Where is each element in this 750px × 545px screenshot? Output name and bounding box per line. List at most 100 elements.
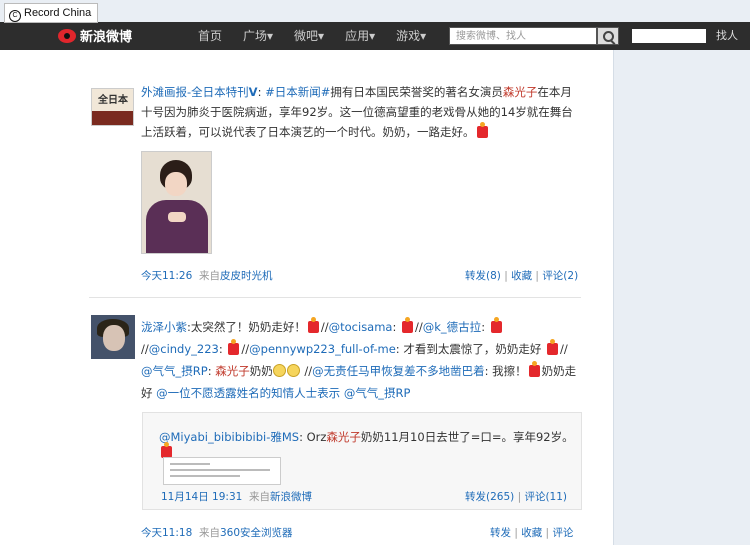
quote-text: @Miyabi_bibibibibi-雅MS: Orz森光子奶奶11月10日去世… (159, 429, 581, 459)
crying-emoji-icon (272, 364, 286, 377)
post2-t3: : (481, 320, 486, 334)
post1-repost[interactable]: 转发(8) (465, 270, 501, 282)
mention-link[interactable]: @cindy_223 (149, 342, 219, 356)
avatar-face (103, 325, 125, 351)
post2-actions: 转发 | 收藏 | 评论 (490, 527, 574, 539)
logo-text: 新浪微博 (80, 30, 133, 45)
verified-icon: V (248, 85, 258, 99)
post2-s2: // (415, 320, 423, 334)
quote-highlight: 森光子 (326, 430, 361, 444)
post2-avatar[interactable] (91, 315, 135, 359)
post2-time-source: 今天11:18 来自360安全浏览器 (141, 525, 293, 540)
reposted-quote: @Miyabi_bibibibibi-雅MS: Orz森光子奶奶11月10日去世… (142, 412, 582, 510)
watermark: C Record China (4, 3, 99, 23)
photo-hands (168, 212, 186, 222)
post2-repost[interactable]: 转发 (490, 527, 511, 539)
mention-link[interactable]: @k_德古拉 (423, 320, 481, 334)
copyright-icon: C (9, 10, 21, 22)
post2-from-label: 来自 (198, 527, 220, 539)
post2-s5: // (559, 342, 568, 356)
post2-t5: : 才看到太震惊了，奶奶走好 (395, 342, 542, 356)
quote-thumbnail[interactable] (163, 457, 281, 485)
photo-kimono (146, 200, 208, 253)
post2-author[interactable]: 泷泽小紫 (141, 320, 187, 334)
photo-face (165, 172, 187, 196)
top-nav-bar: 新浪微博 首页 广场▾ 微吧▾ 应用▾ 游戏▾ 搜索微博、找人 找人 (0, 22, 750, 51)
mention-link[interactable]: @pennywp223_full-of-me (249, 342, 396, 356)
post1-time-source: 今天11:26 来自皮皮时光机 (141, 268, 272, 283)
quote-from-label: 来自 (249, 491, 271, 503)
post2-comment[interactable]: 评论 (552, 527, 573, 539)
search-input[interactable]: 搜索微博、找人 (449, 27, 597, 45)
thumb-line (170, 469, 270, 471)
post1-time[interactable]: 今天11:26 (141, 270, 192, 282)
post1-source[interactable]: 皮皮时光机 (220, 270, 273, 282)
post2-highlight: 森光子 (215, 364, 250, 378)
mention-link[interactable]: @一位不愿透露姓名的知情人士表示 (156, 386, 340, 400)
nav-games[interactable]: 游戏▾ (396, 22, 426, 50)
post2-t2: : (392, 320, 397, 334)
candle-emoji-icon (307, 317, 319, 333)
mention-link[interactable]: @tocisama (329, 320, 393, 334)
post1-colon: : (257, 85, 262, 99)
nav-square[interactable]: 广场▾ (243, 22, 273, 50)
search-button[interactable] (597, 27, 619, 45)
mention-link[interactable]: @气气_摂RP (141, 364, 208, 378)
mention-link[interactable]: @气气_摂RP (344, 386, 411, 400)
username-box[interactable] (632, 29, 706, 43)
post2-t1: :太突然了！奶奶走好！ (187, 320, 306, 334)
thumb-line (170, 475, 240, 477)
nav-weiba[interactable]: 微吧▾ (294, 22, 324, 50)
watermark-text: Record China (24, 7, 92, 19)
post2-t8: : 我擦！ (484, 364, 527, 378)
post2-fav[interactable]: 收藏 (521, 527, 542, 539)
post1-author[interactable]: 外滩画报-全日本特刊 (141, 85, 249, 99)
weibo-logo[interactable]: 新浪微博 (58, 26, 132, 45)
quote-time-source: 11月14日 19:31 来自新浪微博 (161, 489, 312, 504)
avatar-banner (92, 111, 133, 125)
weibo-eye-icon (58, 29, 76, 43)
post1-body-a: 拥有日本国民荣誉奖的著名女演员 (330, 85, 503, 99)
right-sidebar (613, 50, 750, 545)
post2-t6: : (207, 364, 212, 378)
post2-s6: // (304, 364, 313, 378)
quote-time[interactable]: 11月14日 19:31 (161, 491, 242, 503)
candle-emoji-icon (402, 317, 414, 333)
quote-actions: 转发(265) | 评论(11) (465, 491, 568, 503)
post2-time[interactable]: 今天11:18 (141, 527, 192, 539)
nav-apps[interactable]: 应用▾ (345, 22, 375, 50)
candle-emoji-icon (476, 122, 488, 138)
quote-author[interactable]: @Miyabi_bibibibibi-雅MS (159, 430, 299, 444)
candle-emoji-icon (528, 361, 540, 377)
post2-t7: 奶奶 (249, 364, 273, 378)
post2-s1: // (320, 320, 329, 334)
post-divider (89, 297, 581, 298)
mention-link[interactable]: @无责任马甲恢复差不多地凿巴着 (312, 364, 485, 378)
quote-t2: 奶奶11月10日去世了=口=。享年92岁。 (360, 430, 574, 444)
post1-text: 外滩画报-全日本特刊V: #日本新闻#拥有日本国民荣誉奖的著名女演员森光子在本月… (141, 82, 581, 142)
find-people-link[interactable]: 找人 (716, 22, 738, 50)
post1-topic-tag[interactable]: #日本新闻# (265, 85, 330, 99)
post2-s4: // (241, 342, 250, 356)
candle-emoji-icon (490, 317, 502, 333)
candle-emoji-icon (546, 339, 558, 355)
post1-photo[interactable] (141, 151, 212, 254)
post2-text: 泷泽小紫:太突然了！奶奶走好！//@tocisama: //@k_德古拉: //… (141, 316, 586, 404)
avatar-label: 全日本 (98, 95, 128, 106)
post2-source[interactable]: 360安全浏览器 (220, 527, 293, 539)
candle-emoji-icon (228, 339, 240, 355)
main-nav: 首页 广场▾ 微吧▾ 应用▾ 游戏▾ (198, 22, 447, 50)
post1-highlight: 森光子 (502, 85, 538, 99)
quote-comment[interactable]: 评论(11) (524, 491, 567, 503)
search-icon (603, 31, 614, 42)
post1-fav[interactable]: 收藏 (511, 270, 532, 282)
post1-actions: 转发(8) | 收藏 | 评论(2) (465, 270, 579, 282)
nav-home[interactable]: 首页 (198, 22, 222, 50)
quote-source[interactable]: 新浪微博 (270, 491, 312, 503)
quote-repost[interactable]: 转发(265) (465, 491, 514, 503)
post1-comment[interactable]: 评论(2) (542, 270, 578, 282)
post2-s3: // (141, 342, 149, 356)
quote-t1: : Orz (299, 430, 327, 444)
post1-avatar[interactable]: 全日本 (91, 88, 134, 126)
crying-emoji-icon (286, 364, 300, 377)
